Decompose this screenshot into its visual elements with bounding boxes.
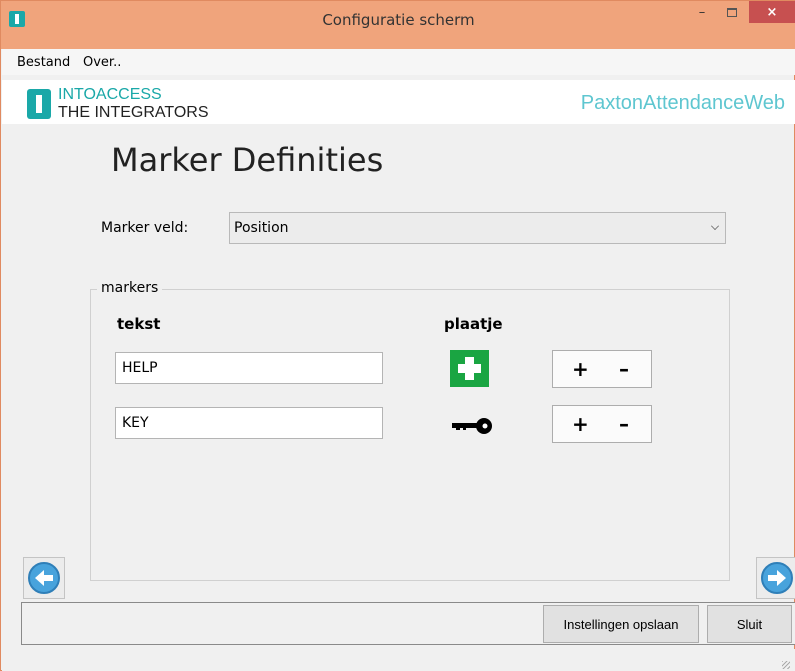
maximize-button[interactable]: [719, 1, 745, 23]
chevron-down-icon: [711, 222, 719, 230]
remove-marker-button[interactable]: –: [619, 412, 629, 436]
app-name: PaxtonAttendanceWeb: [580, 92, 785, 114]
minimize-button[interactable]: –: [689, 1, 715, 23]
first-aid-cross-icon[interactable]: [450, 350, 489, 387]
menu-over[interactable]: Over..: [83, 55, 121, 70]
add-marker-button[interactable]: +: [572, 357, 589, 381]
arrow-left-icon: [28, 562, 60, 594]
menu-bar: Bestand Over..: [2, 49, 795, 75]
intoaccess-logo: [27, 89, 51, 119]
brand-banner: INTOACCESS THE INTEGRATORS PaxtonAttenda…: [2, 80, 795, 124]
logo-text-line2: THE INTEGRATORS: [58, 104, 209, 121]
app-window: Configuratie scherm – × Bestand Over.. I…: [0, 0, 795, 671]
marker-row-buttons: + –: [552, 350, 652, 388]
status-bar: [2, 649, 795, 671]
marker-field-value: Position: [234, 220, 289, 236]
logo-text-line1: INTOACCESS: [58, 86, 162, 103]
close-dialog-button[interactable]: Sluit: [707, 605, 792, 643]
close-button[interactable]: ×: [749, 1, 795, 23]
resize-grip-icon[interactable]: [782, 661, 790, 669]
marker-text-input-key[interactable]: KEY: [115, 407, 383, 439]
markers-legend: markers: [97, 280, 163, 296]
title-bar[interactable]: Configuratie scherm – ×: [1, 1, 795, 49]
maximize-icon: [727, 7, 737, 17]
marker-text-input-help[interactable]: HELP: [115, 352, 383, 384]
add-marker-button[interactable]: +: [572, 412, 589, 436]
column-header-text: tekst: [117, 315, 161, 333]
menu-bestand[interactable]: Bestand: [17, 55, 70, 70]
remove-marker-button[interactable]: –: [619, 357, 629, 381]
key-icon[interactable]: [451, 416, 496, 436]
marker-field-label: Marker veld:: [101, 220, 189, 236]
save-settings-button[interactable]: Instellingen opslaan: [543, 605, 699, 643]
window-title: Configuratie scherm: [322, 11, 475, 29]
page-title: Marker Definities: [111, 141, 384, 179]
marker-row-buttons: + –: [552, 405, 652, 443]
previous-page-button[interactable]: [23, 557, 65, 599]
next-page-button[interactable]: [756, 557, 795, 599]
column-header-image: plaatje: [444, 315, 503, 333]
marker-field-select[interactable]: Position: [229, 212, 726, 244]
arrow-right-icon: [761, 562, 793, 594]
